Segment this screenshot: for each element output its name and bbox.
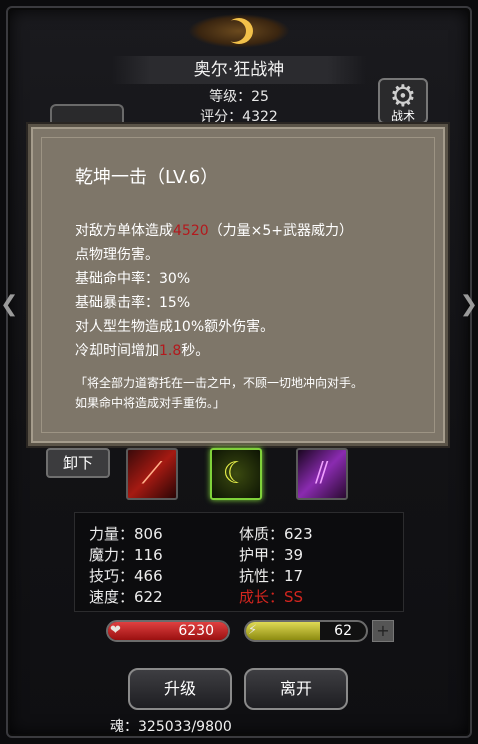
left-arrow-icon[interactable]: ❮ bbox=[0, 292, 18, 317]
damage-value: 4520 bbox=[173, 223, 209, 239]
skill-slot-green-crescent[interactable]: ☾ bbox=[210, 448, 262, 500]
leave-button[interactable]: 离开 bbox=[244, 668, 348, 710]
desc-text: 秒。 bbox=[181, 343, 210, 359]
lightning-icon: ⚡ bbox=[248, 623, 258, 638]
hit-rate: 基础命中率：30% bbox=[75, 271, 191, 287]
crescent-ornament-icon bbox=[188, 14, 290, 48]
crit-rate: 基础暴击率：15% bbox=[75, 295, 191, 311]
bonus-damage: 对人型生物造成10%额外伤害。 bbox=[75, 319, 275, 335]
flavor-line: 如果命中将造成对手重伤。」 bbox=[75, 396, 226, 410]
stat-armor: 护甲：39 bbox=[239, 546, 304, 564]
skill-slot-purple-claw[interactable]: ⫽ bbox=[296, 448, 348, 500]
skill-slot-red-slash[interactable]: ⟋ bbox=[126, 448, 178, 500]
hp-value: 6230 bbox=[178, 623, 214, 639]
stat-constitution: 体质：623 bbox=[239, 525, 313, 543]
stat-resistance: 抗性：17 bbox=[239, 567, 304, 585]
stat-skill: 技巧：466 bbox=[89, 567, 163, 585]
hp-bar: ❤ 6230 bbox=[106, 620, 230, 642]
heart-icon: ❤ bbox=[110, 623, 121, 638]
energy-fill bbox=[246, 622, 321, 640]
desc-text: （力量×5+武器威力） bbox=[208, 223, 354, 239]
soul-counter: 魂：325033/9800 bbox=[110, 719, 232, 735]
purple-claw-skill-icon: ⫽ bbox=[315, 456, 329, 491]
desc-line: 点物理伤害。 bbox=[75, 247, 159, 263]
skill-description: 对敌方单体造成4520（力量×5+武器威力） 点物理伤害。 基础命中率：30% … bbox=[75, 219, 415, 363]
desc-text: 冷却时间增加 bbox=[75, 343, 159, 359]
flavor-line: 「将全部力道寄托在一击之中，不顾一切地冲向对手。 bbox=[75, 376, 364, 390]
stat-growth: 成长：SS bbox=[239, 588, 304, 606]
energy-value: 62 bbox=[334, 623, 352, 639]
character-name: 奥尔·狂战神 bbox=[112, 56, 366, 84]
upgrade-button[interactable]: 升级 bbox=[128, 668, 232, 710]
skill-name: 乾坤一击（LV.6） bbox=[75, 167, 219, 188]
energy-bar: ⚡ 62 bbox=[244, 620, 368, 642]
tactics-label: 战术 bbox=[390, 109, 415, 123]
cooldown-value: 1.8 bbox=[159, 343, 182, 359]
red-slash-skill-icon: ⟋ bbox=[141, 456, 163, 491]
green-crescent-skill-icon: ☾ bbox=[222, 456, 250, 491]
unequip-button[interactable]: 卸下 bbox=[46, 448, 110, 478]
stats-panel: 力量：806 魔力：116 技巧：466 速度：622 体质：623 护甲：39… bbox=[74, 512, 404, 612]
skill-tooltip: 乾坤一击（LV.6） 对敌方单体造成4520（力量×5+武器威力） 点物理伤害。… bbox=[28, 124, 448, 446]
tactics-button[interactable]: ⚙ 战术 bbox=[378, 78, 428, 124]
stat-strength: 力量：806 bbox=[89, 525, 163, 543]
add-energy-button[interactable]: + bbox=[372, 620, 394, 642]
desc-text: 对敌方单体造成 bbox=[75, 223, 173, 239]
flavor-text: 「将全部力道寄托在一击之中，不顾一切地冲向对手。 如果命中将造成对手重伤。」 bbox=[75, 373, 425, 413]
right-arrow-icon[interactable]: ❯ bbox=[460, 292, 478, 317]
stat-speed: 速度：622 bbox=[89, 588, 163, 606]
stat-magic: 魔力：116 bbox=[89, 546, 163, 564]
